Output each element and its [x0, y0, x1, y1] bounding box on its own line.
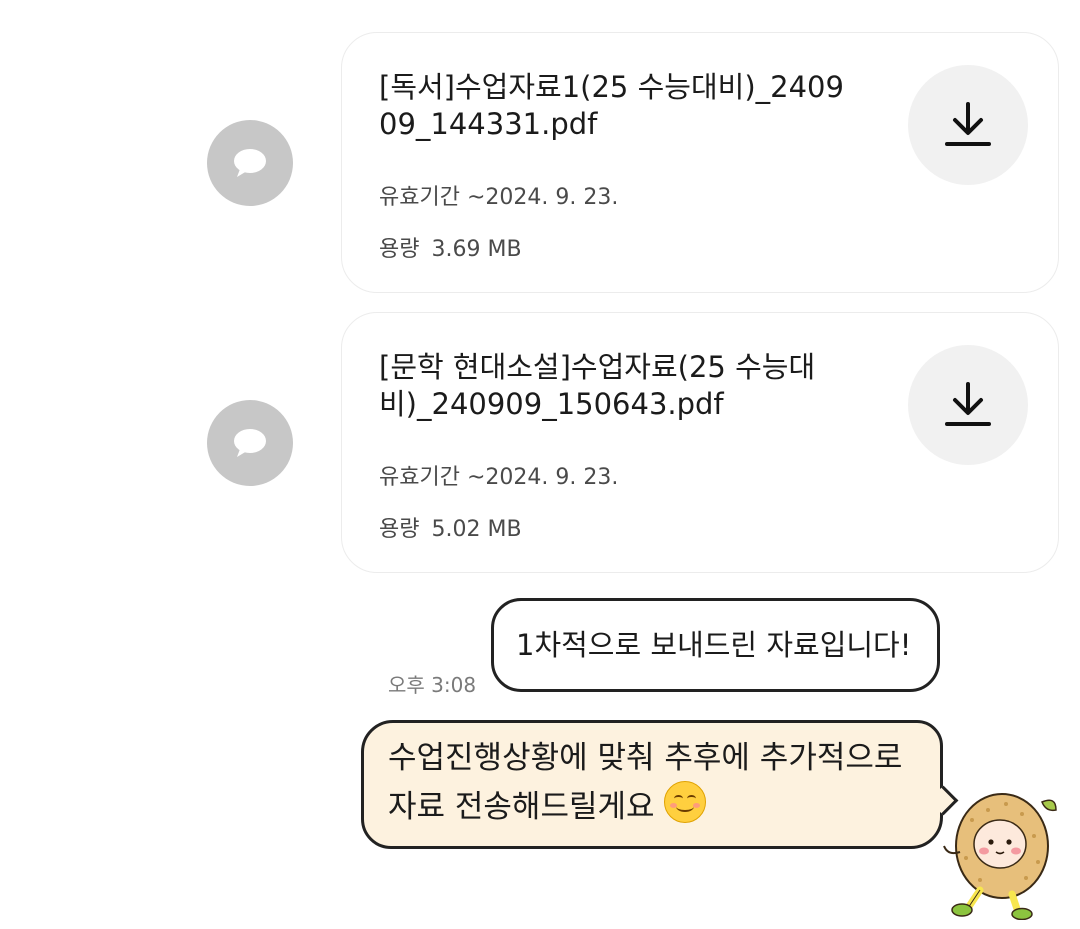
smiling-face-emoji [664, 781, 707, 823]
message-bubble[interactable]: 1차적으로 보내드린 자료입니다! [491, 598, 940, 692]
download-button[interactable] [908, 345, 1028, 465]
file-name[interactable]: [독서]수업자료1(25 수능대비)_240909_144331.pdf [379, 69, 849, 143]
file-expiry: 유효기간 ~2024. 9. 23. [379, 179, 618, 211]
file-name[interactable]: [문학 현대소설]수업자료(25 수능대비)_240909_150643.pdf [379, 349, 849, 423]
download-icon [945, 382, 991, 426]
chat-bubble-icon [234, 149, 266, 177]
message-text: 1차적으로 보내드린 자료입니다! [516, 628, 912, 662]
size-label: 용량 [379, 237, 420, 262]
file-card[interactable]: [문학 현대소설]수업자료(25 수능대비)_240909_150643.pdf… [341, 312, 1059, 573]
expiry-value: ~2024. 9. 23. [466, 185, 619, 210]
citron-character-sticker [943, 793, 1057, 920]
chat-bubble-icon [234, 429, 266, 457]
file-card[interactable]: [독서]수업자료1(25 수능대비)_240909_144331.pdf 유효기… [341, 32, 1059, 293]
message-text: 수업진행상황에 맞춰 추후에 추가적으로 자료 전송해드릴게요 [388, 740, 903, 825]
download-button[interactable] [908, 65, 1028, 185]
file-size: 용량 3.69 MB [379, 231, 522, 263]
message-timestamp: 오후 3:08 [388, 673, 477, 697]
share-button[interactable] [207, 120, 293, 206]
download-icon [945, 102, 991, 146]
size-value: 3.69 MB [431, 237, 522, 262]
message-bubble[interactable]: 수업진행상황에 맞춰 추후에 추가적으로 자료 전송해드릴게요 [361, 720, 943, 849]
expiry-label: 유효기간 [379, 465, 460, 490]
expiry-value: ~2024. 9. 23. [466, 465, 619, 490]
size-label: 용량 [379, 517, 420, 542]
size-value: 5.02 MB [431, 517, 522, 542]
share-button[interactable] [207, 400, 293, 486]
file-expiry: 유효기간 ~2024. 9. 23. [379, 459, 618, 491]
expiry-label: 유효기간 [379, 185, 460, 210]
file-size: 용량 5.02 MB [379, 511, 522, 543]
